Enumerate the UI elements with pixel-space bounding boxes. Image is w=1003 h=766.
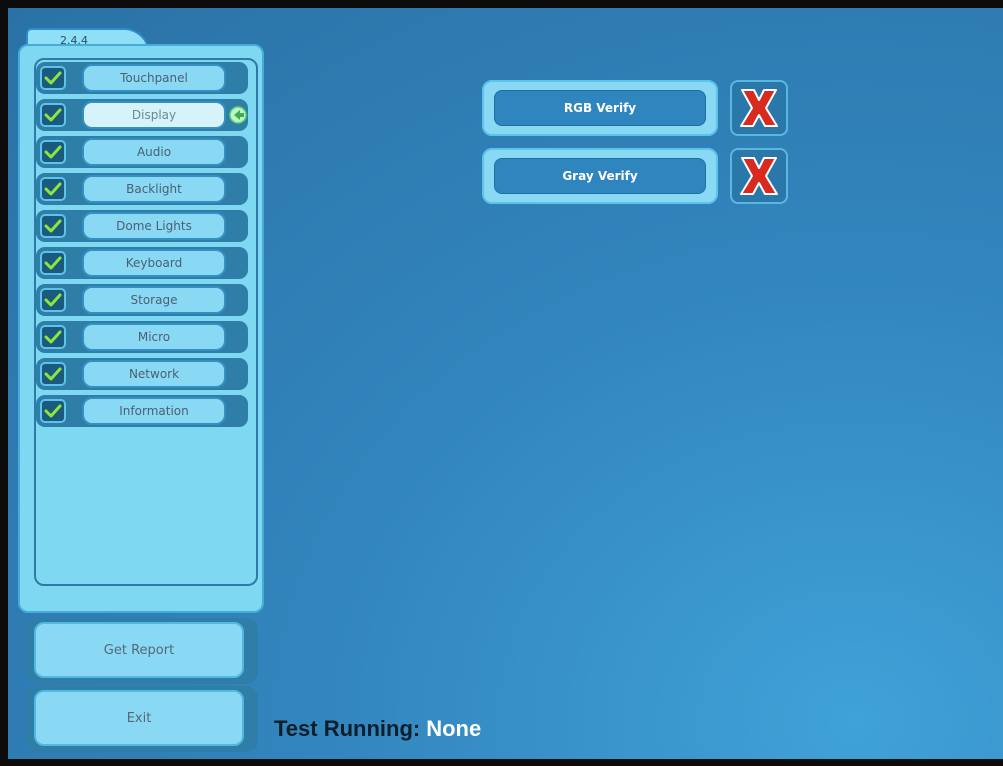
pass-checkbox xyxy=(40,325,66,349)
test-row: Storage xyxy=(34,282,250,319)
pass-checkbox xyxy=(40,214,66,238)
test-button-label: Audio xyxy=(136,145,172,159)
gray-verify-button[interactable]: Gray Verify xyxy=(494,158,706,194)
exit-button[interactable]: Exit xyxy=(34,690,244,746)
test-list: Touchpanel Display Audio Backlight Dome Ligh… xyxy=(34,60,256,430)
selected-arrow-icon xyxy=(228,105,248,125)
pass-checkbox xyxy=(40,362,66,386)
test-running-value: None xyxy=(426,716,482,741)
test-row: Touchpanel xyxy=(34,60,250,97)
test-button-label: Network xyxy=(128,367,180,381)
pass-checkbox xyxy=(40,177,66,201)
rgb-verify-frame: RGB Verify xyxy=(482,80,718,136)
get-report-label: Get Report xyxy=(103,642,175,658)
test-row: Backlight xyxy=(34,171,250,208)
test-button[interactable]: Touchpanel xyxy=(82,64,226,92)
test-button-label: Micro xyxy=(137,330,171,344)
get-report-button[interactable]: Get Report xyxy=(34,622,244,678)
check-icon xyxy=(44,293,62,307)
test-button-label: Keyboard xyxy=(125,256,183,270)
test-button-label: Backlight xyxy=(126,182,182,196)
check-icon xyxy=(44,404,62,418)
test-button[interactable]: Storage xyxy=(82,286,226,314)
test-button[interactable]: Backlight xyxy=(82,175,226,203)
test-row: Information xyxy=(34,393,250,430)
pass-checkbox xyxy=(40,103,66,127)
check-icon xyxy=(44,108,62,122)
check-icon xyxy=(44,219,62,233)
test-row: Display xyxy=(34,97,250,134)
check-icon xyxy=(44,330,62,344)
pass-checkbox xyxy=(40,66,66,90)
gray-verify-status xyxy=(730,148,788,204)
test-button[interactable]: Micro xyxy=(82,323,226,351)
test-button-label: Information xyxy=(119,404,189,418)
fail-x-icon xyxy=(740,157,778,195)
test-button[interactable]: Display xyxy=(82,101,226,129)
pass-checkbox xyxy=(40,399,66,423)
test-button[interactable]: Keyboard xyxy=(82,249,226,277)
test-button-label: Storage xyxy=(130,293,178,307)
test-row: Network xyxy=(34,356,250,393)
app-screen: 2.4.4 Touchpanel Display Audio Backlight Dom… xyxy=(8,8,1003,759)
test-running-status: Test Running: None xyxy=(274,716,481,742)
rgb-verify-status xyxy=(730,80,788,136)
pass-checkbox xyxy=(40,140,66,164)
test-button-label: Dome Lights xyxy=(116,219,192,233)
check-icon xyxy=(44,256,62,270)
test-row: Micro xyxy=(34,319,250,356)
test-running-label: Test Running: xyxy=(274,716,421,741)
test-button[interactable]: Network xyxy=(82,360,226,388)
fail-x-icon xyxy=(740,89,778,127)
check-icon xyxy=(44,182,62,196)
test-button[interactable]: Dome Lights xyxy=(82,212,226,240)
test-row: Dome Lights xyxy=(34,208,250,245)
check-icon xyxy=(44,71,62,85)
check-icon xyxy=(44,367,62,381)
test-button[interactable]: Information xyxy=(82,397,226,425)
pass-checkbox xyxy=(40,288,66,312)
rgb-verify-label: RGB Verify xyxy=(563,101,637,115)
gray-verify-label: Gray Verify xyxy=(562,169,638,183)
gray-verify-frame: Gray Verify xyxy=(482,148,718,204)
check-icon xyxy=(44,145,62,159)
test-row: Keyboard xyxy=(34,245,250,282)
exit-label: Exit xyxy=(126,710,152,726)
rgb-verify-button[interactable]: RGB Verify xyxy=(494,90,706,126)
test-button-label: Display xyxy=(131,108,177,122)
pass-checkbox xyxy=(40,251,66,275)
test-button-label: Touchpanel xyxy=(120,71,188,85)
test-row: Audio xyxy=(34,134,250,171)
test-button[interactable]: Audio xyxy=(82,138,226,166)
